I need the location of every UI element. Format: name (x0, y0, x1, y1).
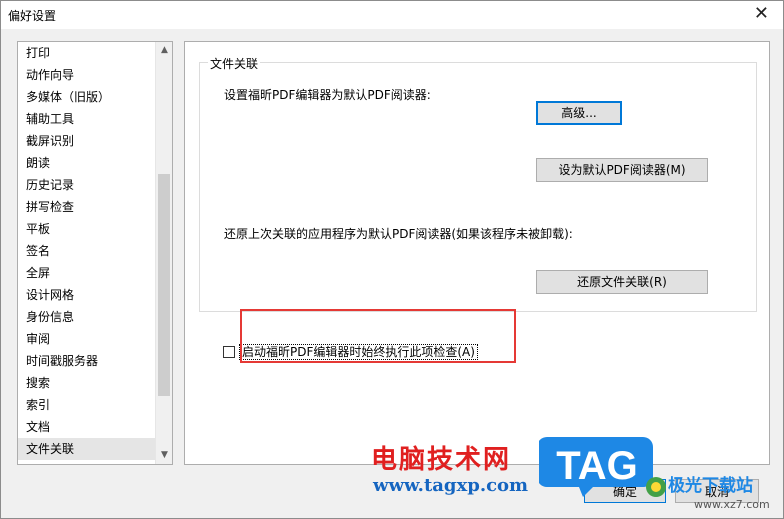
xz7-logo-icon (646, 477, 666, 497)
title-bar: 偏好设置 ✕ (1, 1, 783, 29)
sidebar-item[interactable]: 多媒体（旧版） (18, 86, 156, 108)
window-title: 偏好设置 (8, 9, 57, 23)
sidebar-item[interactable]: 索引 (18, 394, 156, 416)
sidebar-item[interactable]: 朗读 (18, 152, 156, 174)
restore-label: 还原上次关联的应用程序为默认PDF阅读器(如果该程序未被卸载): (224, 227, 573, 241)
sidebar-item[interactable]: 平板 (18, 218, 156, 240)
sidebar-item[interactable]: 签名 (18, 240, 156, 262)
settings-panel: 文件关联 设置福昕PDF编辑器为默认PDF阅读器: 高级... 设为默认PDF阅… (184, 41, 770, 465)
startup-check-checkbox[interactable] (223, 346, 235, 358)
watermark-brand: 电脑技术网 (371, 445, 512, 475)
file-association-group: 文件关联 设置福昕PDF编辑器为默认PDF阅读器: 高级... 设为默认PDF阅… (199, 55, 757, 312)
sidebar-item[interactable]: 拼写检查 (18, 196, 156, 218)
annotation-highlight-box (240, 309, 516, 363)
sidebar-item[interactable]: 动作向导 (18, 64, 156, 86)
tag-logo-text: TAG (556, 444, 637, 488)
category-list-scrollbar[interactable]: ▲ ▼ (155, 42, 172, 464)
sidebar-item[interactable]: 信任管理器 (18, 460, 156, 464)
sidebar-item[interactable]: 审阅 (18, 328, 156, 350)
sidebar-item[interactable]: 辅助工具 (18, 108, 156, 130)
sidebar-item[interactable]: 设计网格 (18, 284, 156, 306)
scrollbar-thumb[interactable] (158, 174, 170, 396)
scroll-down-icon[interactable]: ▼ (156, 447, 172, 464)
watermark-right-url: www.xz7.com (694, 498, 770, 511)
preferences-dialog: 偏好设置 ✕ 打印 动作向导 多媒体（旧版） 辅助工具 截屏识别 朗读 历史记录 拼写检查 平板… (0, 0, 784, 519)
sidebar-item[interactable]: 文档 (18, 416, 156, 438)
sidebar-item[interactable]: 全屏 (18, 262, 156, 284)
sidebar-item[interactable]: 文件关联 (18, 438, 156, 460)
sidebar-item[interactable]: 时间戳服务器 (18, 350, 156, 372)
sidebar-item[interactable]: 搜索 (18, 372, 156, 394)
sidebar-item[interactable]: 历史记录 (18, 174, 156, 196)
sidebar-item[interactable]: 身份信息 (18, 306, 156, 328)
group-title: 文件关联 (208, 55, 261, 72)
restore-association-button[interactable]: 还原文件关联(R) (536, 270, 708, 294)
advanced-button[interactable]: 高级... (536, 101, 622, 125)
category-list-items: 打印 动作向导 多媒体（旧版） 辅助工具 截屏识别 朗读 历史记录 拼写检查 平板 签名 全屏 设计网… (18, 42, 156, 464)
category-list[interactable]: 打印 动作向导 多媒体（旧版） 辅助工具 截屏识别 朗读 历史记录 拼写检查 平板 签名 全屏 设计网… (17, 41, 173, 465)
sidebar-item[interactable]: 截屏识别 (18, 130, 156, 152)
watermark-url: www.tagxp.com (373, 475, 529, 496)
set-default-label: 设置福昕PDF编辑器为默认PDF阅读器: (224, 88, 431, 102)
sidebar-item[interactable]: 打印 (18, 42, 156, 64)
tag-logo-icon: TAG (539, 437, 653, 497)
watermark-right-title: 极光下载站 (668, 476, 753, 496)
set-default-reader-button[interactable]: 设为默认PDF阅读器(M) (536, 158, 708, 182)
close-icon[interactable]: ✕ (754, 3, 769, 25)
scroll-up-icon[interactable]: ▲ (156, 42, 172, 59)
